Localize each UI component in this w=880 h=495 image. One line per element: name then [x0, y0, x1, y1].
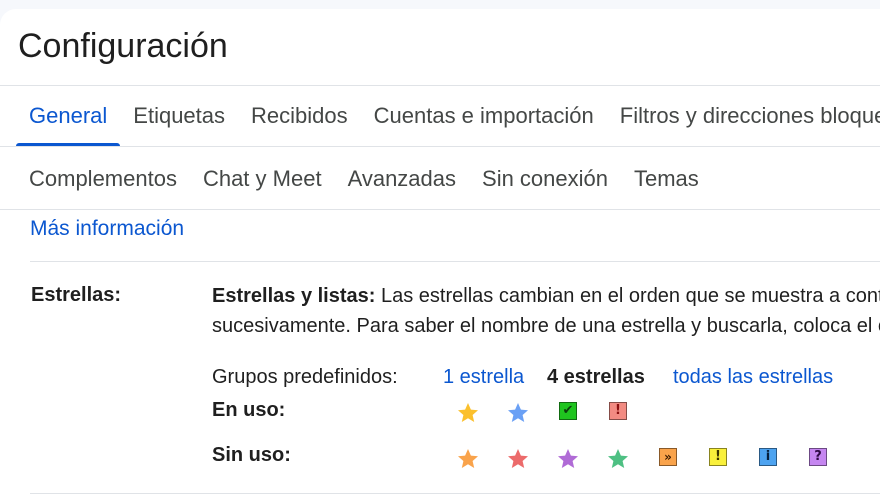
tab-label: Recibidos — [251, 103, 348, 128]
blue-star-icon[interactable] — [506, 401, 530, 425]
settings-panel: Configuración General Etiquetas Recibido… — [0, 9, 880, 495]
green-star-icon[interactable] — [606, 447, 630, 471]
orange-star-icon[interactable] — [456, 447, 480, 471]
yellow-star-icon[interactable] — [456, 401, 480, 425]
purple-star-icon[interactable] — [556, 447, 580, 471]
tab-general[interactable]: General — [16, 86, 121, 146]
tab-etiquetas[interactable]: Etiquetas — [120, 86, 238, 146]
tab-label: Filtros y direcciones bloqueadas — [619, 103, 880, 128]
tab-label: Avanzadas — [347, 166, 457, 191]
yellow-bang-icon[interactable]: ! — [706, 445, 730, 469]
preset-1-star-link[interactable]: 1 estrella — [443, 366, 524, 389]
tab-recibidos[interactable]: Recibidos — [238, 86, 361, 146]
stars-section-label: Estrellas: — [31, 284, 122, 306]
tab-label: Complementos — [29, 166, 177, 191]
orange-guillemet-icon[interactable]: » — [656, 445, 680, 469]
red-star-icon[interactable] — [506, 447, 530, 471]
green-check-icon[interactable]: ✔ — [556, 399, 580, 423]
stars-description: Estrellas y listas: Las estrellas cambia… — [212, 281, 880, 341]
section-divider-top — [30, 261, 880, 262]
tab-cuentas-importacion[interactable]: Cuentas e importación — [361, 86, 607, 146]
tab-label: Temas — [634, 166, 699, 191]
preset-groups-label: Grupos predefinidos: — [212, 366, 398, 388]
purple-question-icon[interactable]: ? — [806, 445, 830, 469]
more-info-link[interactable]: Más información — [30, 217, 184, 241]
page-title: Configuración — [18, 27, 228, 65]
tab-label: General — [29, 103, 108, 128]
stars-desc-heading: Estrellas y listas: — [212, 285, 376, 307]
tab-label: Chat y Meet — [202, 166, 322, 191]
tabs-bottom-divider — [0, 209, 880, 210]
preset-4-stars-selected: 4 estrellas — [547, 366, 645, 388]
tab-row-divider — [0, 146, 880, 147]
tab-avanzadas[interactable]: Avanzadas — [335, 149, 469, 209]
tab-row-1: General Etiquetas Recibidos Cuentas e im… — [16, 86, 880, 146]
tab-label: Sin conexión — [482, 166, 608, 191]
section-divider-bottom — [30, 493, 880, 494]
tab-row-2: Complementos Chat y Meet Avanzadas Sin c… — [16, 149, 712, 209]
red-bang-icon[interactable]: ! — [606, 399, 630, 423]
stars-desc-line1: Las estrellas cambian en el orden que se… — [380, 285, 880, 307]
not-in-use-label: Sin uso: — [212, 444, 291, 466]
tab-label: Cuentas e importación — [373, 103, 594, 128]
tab-sin-conexion[interactable]: Sin conexión — [469, 149, 621, 209]
tab-temas[interactable]: Temas — [621, 149, 712, 209]
in-use-label: En uso: — [212, 399, 286, 421]
tab-chat-meet[interactable]: Chat y Meet — [190, 149, 335, 209]
blue-info-icon[interactable]: i — [756, 445, 780, 469]
tab-label: Etiquetas — [133, 103, 226, 128]
preset-all-stars-link[interactable]: todas las estrellas — [673, 366, 833, 389]
stars-desc-line2: sucesivamente. Para saber el nombre de u… — [212, 315, 880, 337]
tab-filtros[interactable]: Filtros y direcciones bloqueadas — [607, 86, 880, 146]
tab-complementos[interactable]: Complementos — [16, 149, 190, 209]
